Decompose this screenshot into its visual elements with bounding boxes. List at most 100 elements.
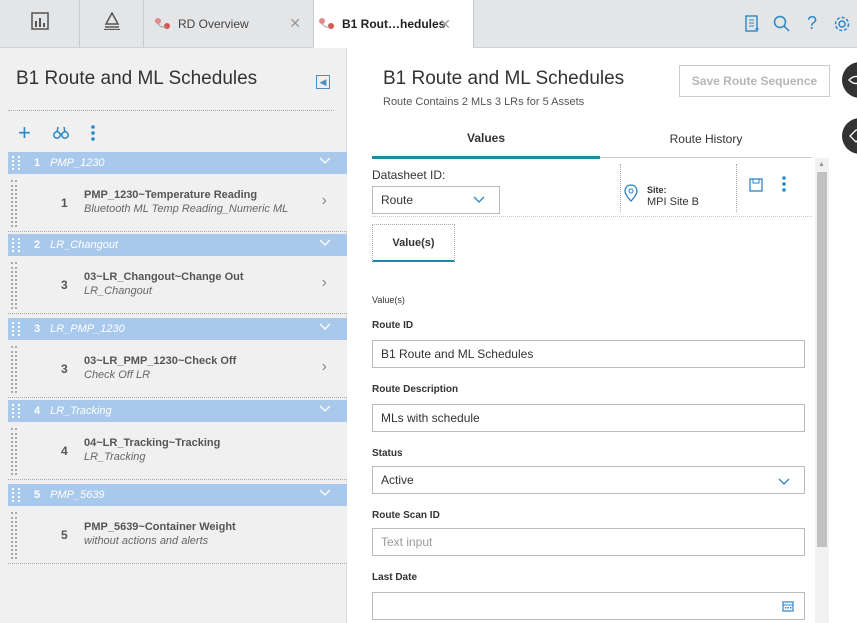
page-subtitle: Route Contains 2 MLs 3 LRs for 5 Assets xyxy=(383,96,585,108)
drag-handle-icon[interactable] xyxy=(11,346,17,393)
scrollbar-thumb[interactable] xyxy=(817,172,827,547)
divider xyxy=(620,164,621,212)
detail-tabs: Values Route History xyxy=(372,120,812,159)
tab-bar: RD Overview ✕ B1 Rout…hedules ✕ ? xyxy=(0,0,857,48)
chevron-right-icon[interactable]: › xyxy=(322,274,327,292)
hierarchy-icon xyxy=(103,11,121,35)
chevron-down-icon[interactable] xyxy=(319,321,331,334)
chevron-down-icon xyxy=(778,475,790,489)
save-icon[interactable] xyxy=(749,178,763,197)
item-number: 4 xyxy=(61,444,68,458)
datasheet-area: Datasheet ID: Route Site: MPI Site B Val… xyxy=(372,158,830,623)
group-header[interactable]: 1 PMP_1230 xyxy=(8,152,347,174)
group-number: 3 xyxy=(34,323,41,335)
drag-handle-icon[interactable] xyxy=(12,488,20,502)
route-icon xyxy=(154,17,172,31)
scroll-up-icon[interactable]: ▲ xyxy=(818,161,825,168)
location-pin-icon xyxy=(624,184,638,207)
top-toolbar: ? xyxy=(737,0,857,47)
list-item[interactable]: 3 03~LR_PMP_1230~Check Off Check Off LR … xyxy=(8,340,347,398)
divider xyxy=(372,216,812,217)
group-number: 5 xyxy=(34,489,41,501)
item-subtitle: Bluetooth ML Temp Reading_Numeric ML xyxy=(84,203,289,215)
drag-handle-icon[interactable] xyxy=(12,238,20,252)
item-title: 04~LR_Tracking~Tracking xyxy=(84,437,221,449)
more-options-icon[interactable] xyxy=(782,176,786,197)
last-date-field[interactable] xyxy=(372,592,805,620)
calendar-icon[interactable] xyxy=(782,600,794,615)
item-number: 5 xyxy=(61,528,68,542)
drag-handle-icon[interactable] xyxy=(12,156,20,170)
drag-handle-icon[interactable] xyxy=(12,322,20,336)
side-panel-toggle[interactable] xyxy=(842,62,857,98)
dashboard-icon xyxy=(30,12,49,35)
section-label: Value(s) xyxy=(372,295,405,305)
chevron-down-icon xyxy=(473,193,485,207)
group-name: PMP_5639 xyxy=(50,489,105,501)
chevron-down-icon[interactable] xyxy=(319,237,331,250)
item-title: PMP_1230~Temperature Reading xyxy=(84,189,258,201)
gear-icon[interactable] xyxy=(827,15,857,33)
tab-values-section[interactable]: Value(s) xyxy=(372,224,455,262)
tab-values[interactable]: Values xyxy=(372,120,600,159)
collapse-panel-button[interactable]: ◀ xyxy=(316,75,330,89)
route-id-field[interactable]: B1 Route and ML Schedules xyxy=(372,340,805,368)
dashboard-tab[interactable] xyxy=(0,0,80,47)
item-title: 03~LR_PMP_1230~Check Off xyxy=(84,355,237,367)
page-title: B1 Route and ML Schedules xyxy=(383,68,625,89)
drag-handle-icon[interactable] xyxy=(11,428,17,475)
close-icon[interactable]: ✕ xyxy=(289,15,301,32)
drag-handle-icon[interactable] xyxy=(11,262,17,309)
group-header[interactable]: 2 LR_Changout xyxy=(8,234,347,256)
divider xyxy=(8,110,334,111)
drag-handle-icon[interactable] xyxy=(11,512,17,559)
item-title: PMP_5639~Container Weight xyxy=(84,521,236,533)
panel-title: B1 Route and ML Schedules xyxy=(16,68,258,89)
chevron-down-icon[interactable] xyxy=(319,155,331,168)
item-subtitle: Check Off LR xyxy=(84,369,151,381)
help-icon[interactable]: ? xyxy=(797,13,827,34)
chevron-down-icon[interactable] xyxy=(319,403,331,416)
status-label: Status xyxy=(372,448,403,459)
asset-hierarchy-tab[interactable] xyxy=(80,0,144,47)
binoculars-icon[interactable] xyxy=(52,126,69,140)
group-header[interactable]: 3 LR_PMP_1230 xyxy=(8,318,347,340)
search-icon[interactable] xyxy=(767,15,797,33)
tab-label: RD Overview xyxy=(178,16,249,31)
datasheet-id-label: Datasheet ID: xyxy=(372,168,446,182)
chevron-down-icon[interactable] xyxy=(319,487,331,500)
side-panel-toggle[interactable] xyxy=(842,118,857,154)
chevron-right-icon[interactable]: › xyxy=(322,358,327,376)
close-icon[interactable]: ✕ xyxy=(439,16,451,33)
group-header[interactable]: 4 LR_Tracking xyxy=(8,400,347,422)
drag-handle-icon[interactable] xyxy=(12,404,20,418)
status-select[interactable]: Active xyxy=(372,466,805,494)
list-item[interactable]: 3 03~LR_Changout~Change Out LR_Changout … xyxy=(8,256,347,314)
route-scan-id-field[interactable]: Text input xyxy=(372,528,805,556)
drag-handle-icon[interactable] xyxy=(11,180,17,227)
list-item[interactable]: 1 PMP_1230~Temperature Reading Bluetooth… xyxy=(8,174,347,232)
list-item[interactable]: 5 PMP_5639~Container Weight without acti… xyxy=(8,506,347,564)
tab-route-history[interactable]: Route History xyxy=(600,120,812,158)
item-subtitle: LR_Tracking xyxy=(84,451,146,463)
site-value: MPI Site B xyxy=(647,196,699,208)
tab-rd-overview[interactable]: RD Overview ✕ xyxy=(144,0,314,47)
route-description-field[interactable]: MLs with schedule xyxy=(372,404,805,432)
item-subtitle: LR_Changout xyxy=(84,285,152,297)
group-header[interactable]: 5 PMP_5639 xyxy=(8,484,347,506)
scrollbar[interactable]: ▲ xyxy=(815,158,829,623)
chevron-right-icon[interactable]: › xyxy=(322,192,327,210)
add-icon[interactable]: + xyxy=(18,120,31,146)
notes-icon[interactable] xyxy=(737,14,767,33)
group-number: 4 xyxy=(34,405,41,417)
more-options-icon[interactable] xyxy=(91,125,95,141)
route-id-label: Route ID xyxy=(372,320,414,331)
save-route-sequence-button[interactable]: Save Route Sequence xyxy=(679,65,830,97)
list-item[interactable]: 4 04~LR_Tracking~Tracking LR_Tracking xyxy=(8,422,347,480)
datasheet-id-select[interactable]: Route xyxy=(372,186,500,214)
group-name: LR_PMP_1230 xyxy=(50,323,125,335)
item-number: 3 xyxy=(61,278,68,292)
tab-b1-route[interactable]: B1 Rout…hedules ✕ xyxy=(314,0,474,48)
tag-icon xyxy=(849,129,857,143)
route-sequence-panel: B1 Route and ML Schedules ◀ + 1 PMP_1230… xyxy=(0,48,347,623)
